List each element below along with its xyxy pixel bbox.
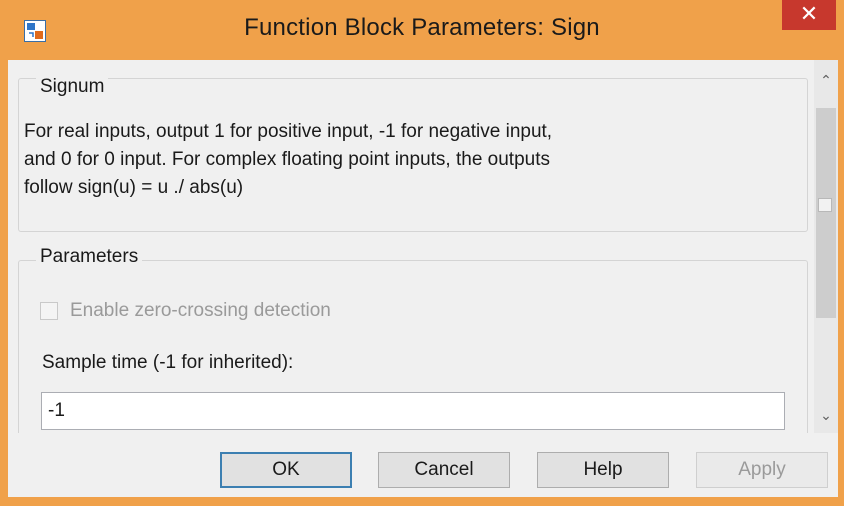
zero-crossing-label: Enable zero-crossing detection <box>70 300 331 321</box>
block-description: For real inputs, output 1 for positive i… <box>24 121 553 198</box>
scroll-thumb-grip <box>818 198 832 212</box>
close-button[interactable]: ✕ <box>782 0 836 30</box>
zero-crossing-row[interactable]: Enable zero-crossing detection <box>40 298 331 324</box>
sample-time-input[interactable] <box>41 392 785 430</box>
close-icon: ✕ <box>799 1 819 26</box>
scroll-down-icon[interactable]: ⌄ <box>814 403 838 427</box>
dialog-body: Signum For real inputs, output 1 for pos… <box>8 60 838 497</box>
sample-time-label: Sample time (-1 for inherited): <box>42 352 294 373</box>
scroll-up-icon[interactable]: ⌃ <box>814 68 838 92</box>
ok-button[interactable]: OK <box>220 452 352 488</box>
cancel-button[interactable]: Cancel <box>378 452 510 488</box>
dialog-window: Function Block Parameters: Sign ✕ Signum… <box>0 0 844 506</box>
parameters-scroll-area: Signum For real inputs, output 1 for pos… <box>8 60 814 433</box>
signum-group-title: Signum <box>36 76 109 98</box>
window-title: Function Block Parameters: Sign <box>244 14 600 41</box>
parameters-group-title: Parameters <box>36 246 143 268</box>
zero-crossing-checkbox[interactable] <box>40 302 58 320</box>
help-button[interactable]: Help <box>537 452 669 488</box>
apply-button[interactable]: Apply <box>696 452 828 488</box>
title-bar[interactable]: Function Block Parameters: Sign ✕ <box>0 0 844 60</box>
scroll-thumb[interactable] <box>816 108 836 318</box>
vertical-scrollbar[interactable]: ⌃ ⌄ <box>814 60 838 433</box>
